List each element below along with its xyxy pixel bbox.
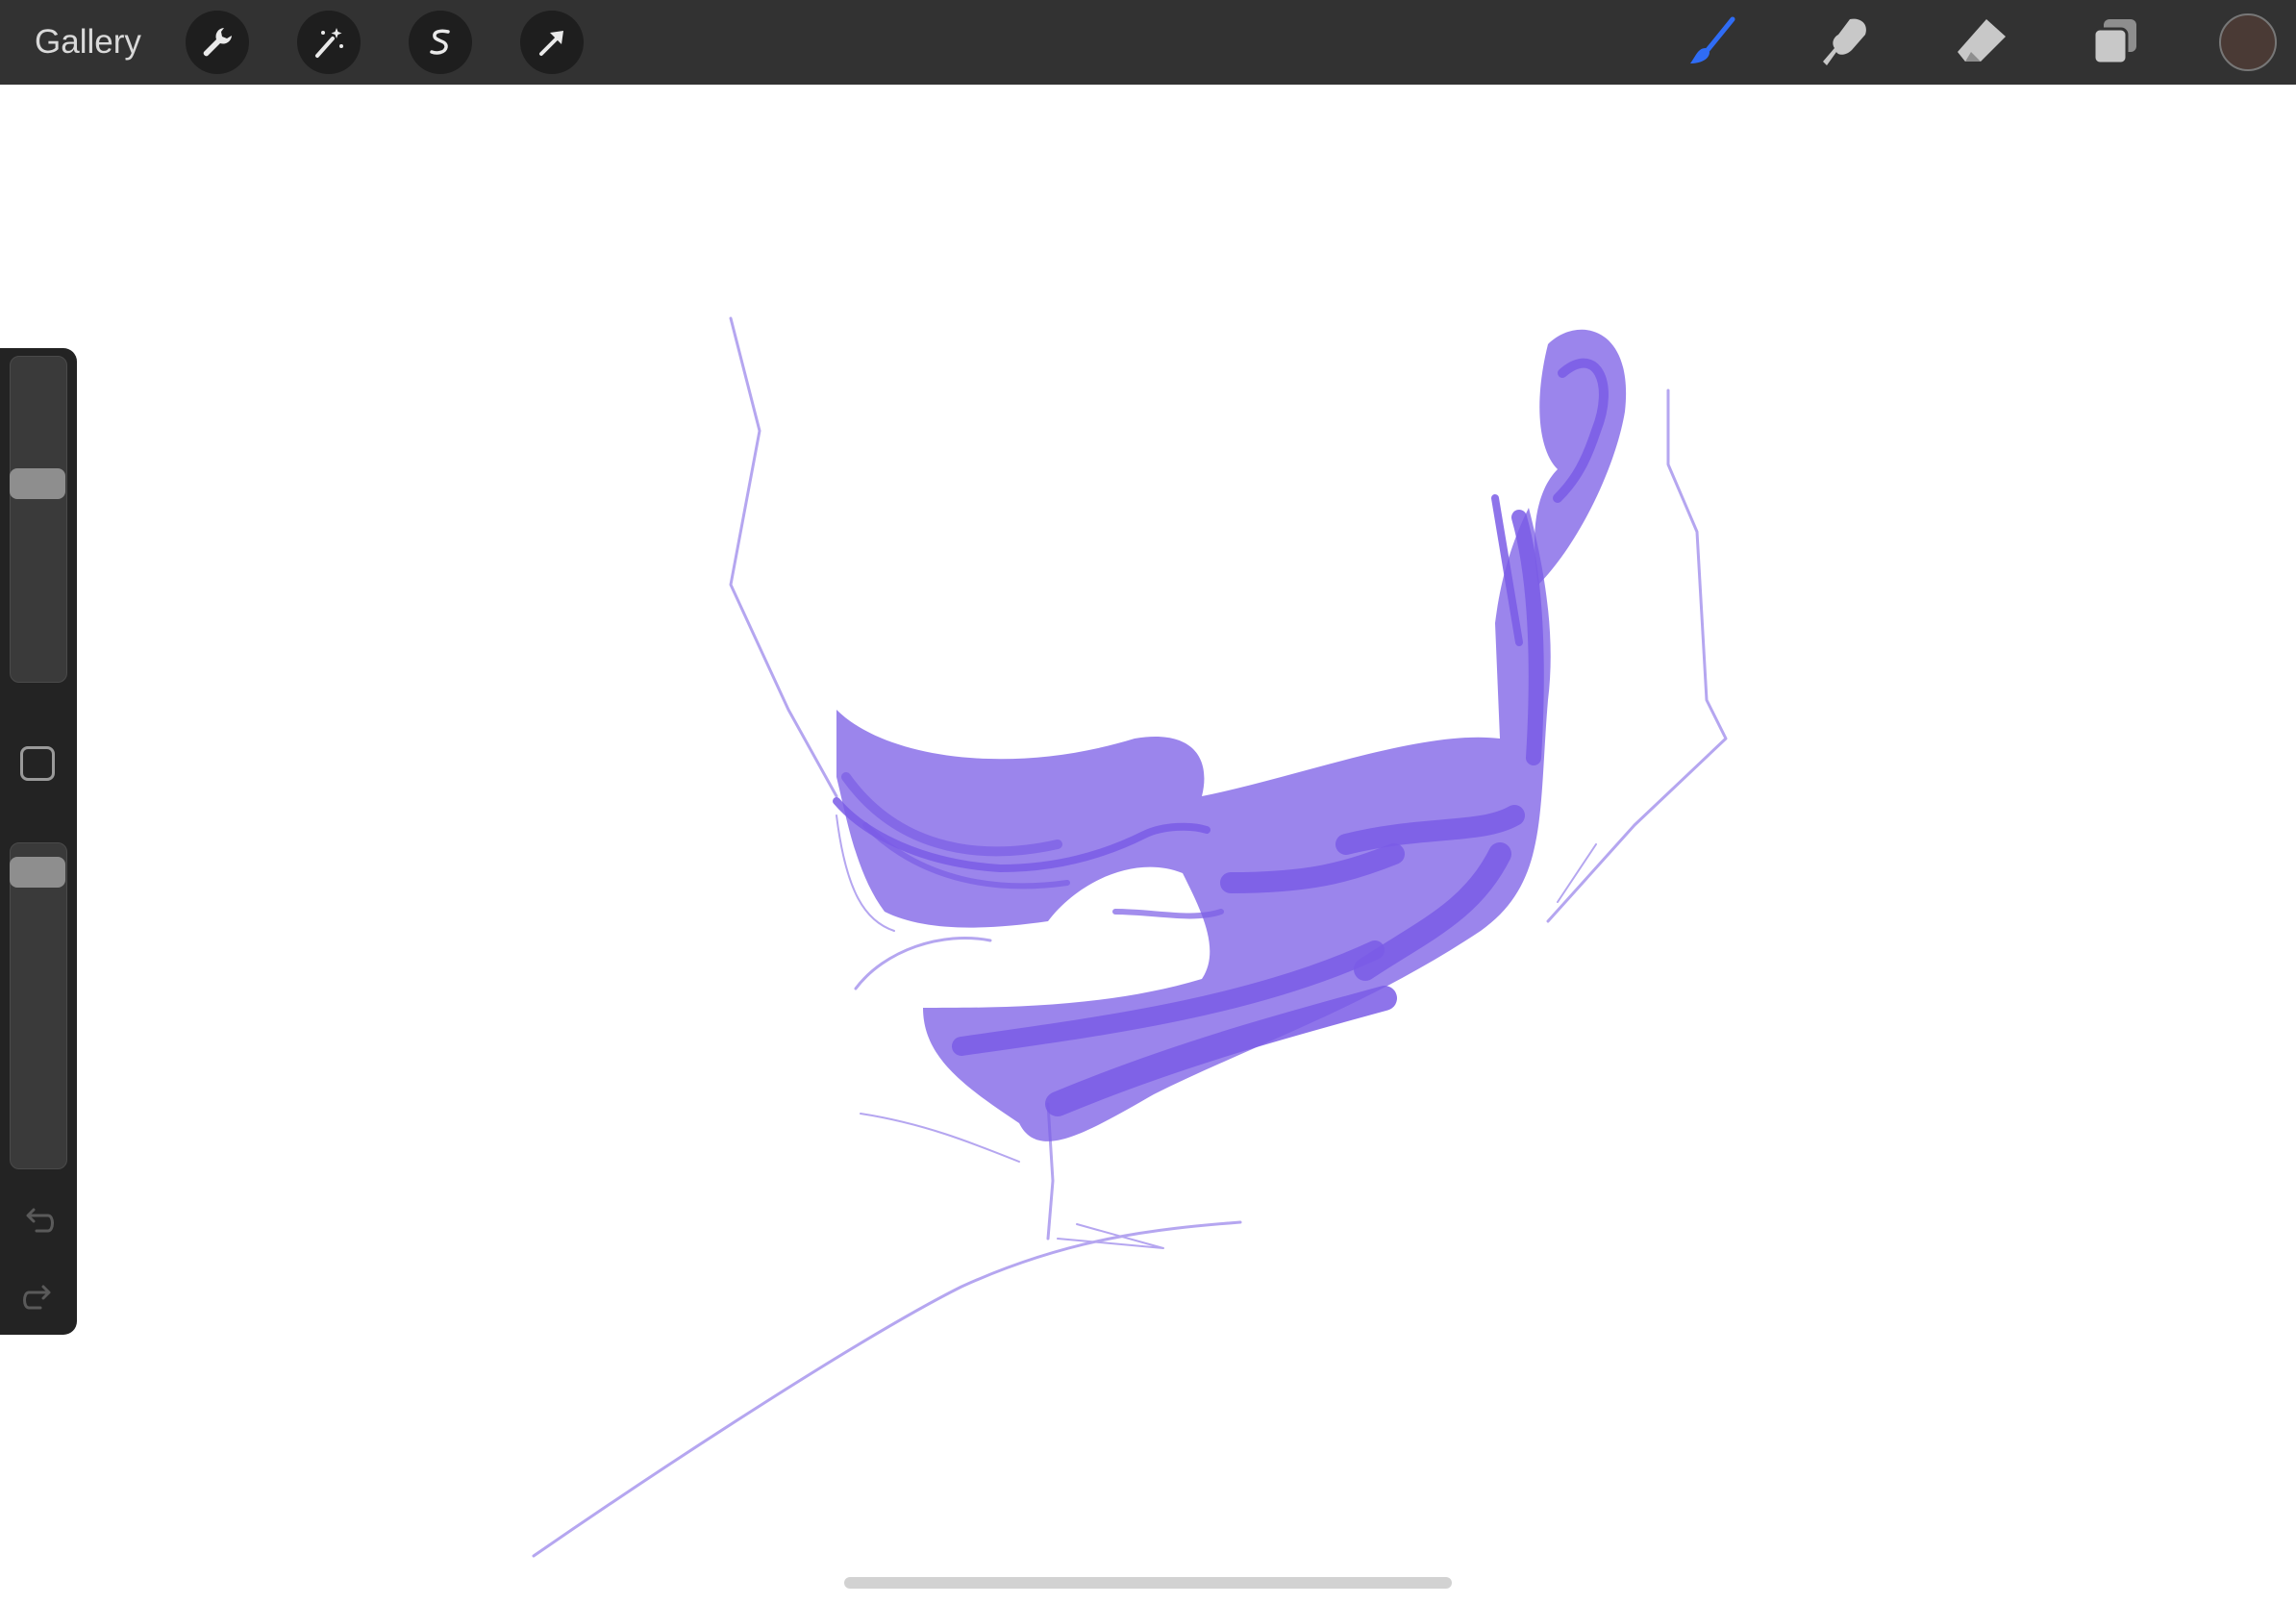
color-picker-button[interactable]: [2219, 13, 2277, 71]
undo-button[interactable]: [19, 1202, 58, 1241]
sketch-artwork: [532, 316, 1728, 1558]
modify-button[interactable]: [20, 746, 55, 781]
opacity-thumb[interactable]: [10, 857, 65, 889]
adjustments-button[interactable]: [297, 11, 361, 74]
drawing-canvas[interactable]: [0, 85, 2296, 1604]
smudge-finger-icon: [1823, 18, 1866, 65]
smudge-button[interactable]: [1817, 13, 1875, 71]
brush-icon: [1690, 16, 1735, 63]
redo-arrow-icon: [23, 1285, 51, 1310]
actions-button[interactable]: [186, 11, 249, 74]
transform-button[interactable]: [520, 11, 584, 74]
opacity-slider[interactable]: [10, 842, 67, 1169]
redo-button[interactable]: [19, 1279, 58, 1317]
selection-button[interactable]: [409, 11, 472, 74]
top-toolbar: Gallery: [0, 0, 2296, 85]
layers-icon: [2092, 19, 2136, 65]
undo-arrow-icon: [26, 1208, 54, 1233]
brush-size-thumb[interactable]: [10, 468, 65, 500]
wrench-icon: [203, 28, 232, 57]
brush-size-slider[interactable]: [10, 356, 67, 683]
eraser-button[interactable]: [1952, 13, 2009, 71]
selection-s-icon: [430, 29, 450, 55]
left-sidebar: [0, 348, 77, 1335]
magic-wand-icon: [315, 28, 343, 58]
layers-button[interactable]: [2086, 13, 2144, 71]
home-indicator: [844, 1577, 1452, 1589]
arrow-cursor-icon: [539, 31, 563, 56]
brush-button[interactable]: [1683, 13, 1740, 71]
gallery-button[interactable]: Gallery: [35, 19, 141, 65]
eraser-icon: [1958, 19, 2006, 62]
